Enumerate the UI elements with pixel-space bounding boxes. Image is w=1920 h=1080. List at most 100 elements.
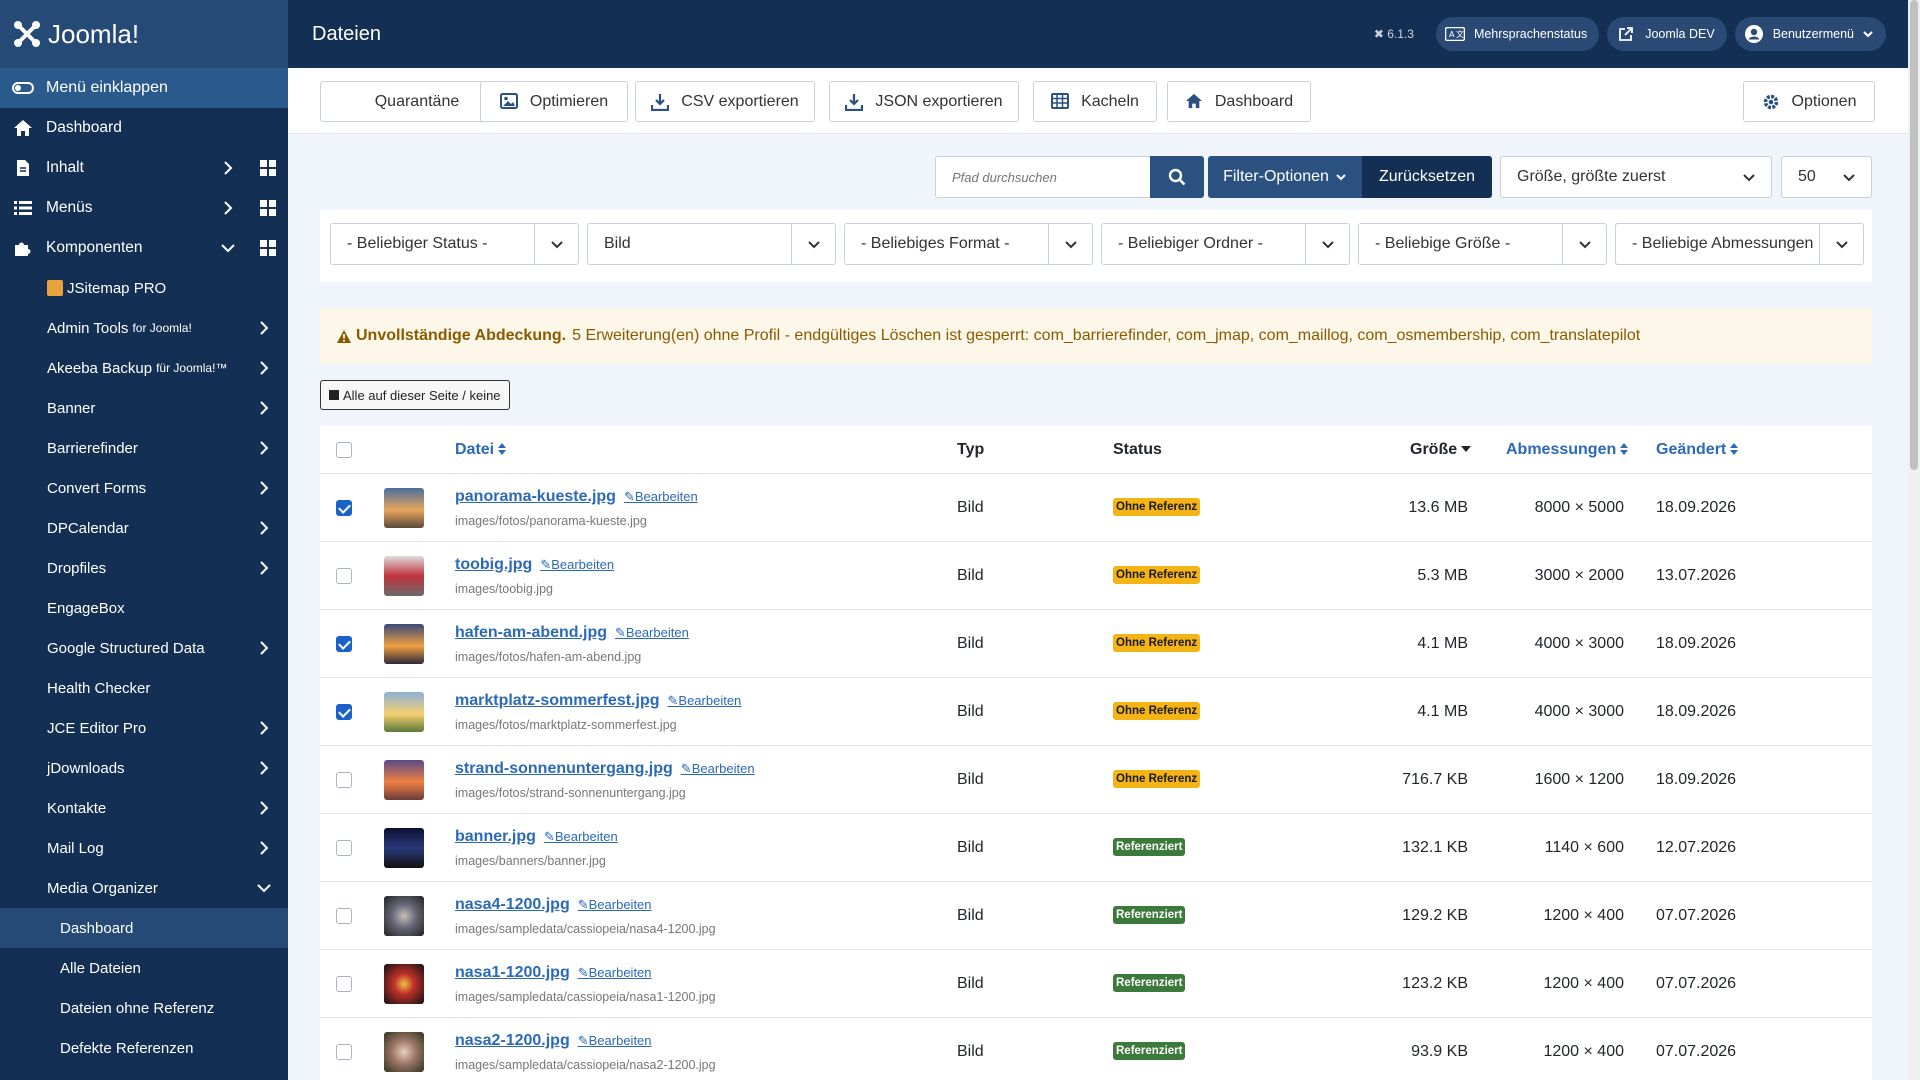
table-row[interactable]: nasa4-1200.jpg ✎Bearbeiten images/sampleda… bbox=[320, 882, 1872, 950]
json-export-button[interactable]: JSON exportieren bbox=[829, 81, 1019, 122]
file-thumbnail[interactable] bbox=[384, 896, 424, 936]
sidebar-item-jdownloads[interactable]: jDownloads bbox=[0, 748, 288, 788]
edit-link[interactable]: ✎Bearbeiten bbox=[624, 489, 698, 504]
table-row[interactable]: banner.jpg ✎Bearbeiten images/banners/bann… bbox=[320, 814, 1872, 882]
select-all-button[interactable]: Alle auf dieser Seite / keine bbox=[320, 380, 510, 410]
sidebar-item-health-checker[interactable]: Health Checker bbox=[0, 668, 288, 708]
edit-link[interactable]: ✎Bearbeiten bbox=[615, 625, 689, 640]
site-preview-button[interactable]: Joomla DEV bbox=[1607, 17, 1727, 51]
dashboard-button[interactable]: Dashboard bbox=[1167, 81, 1311, 122]
file-thumbnail[interactable] bbox=[384, 760, 424, 800]
type-filter[interactable]: Bild bbox=[587, 223, 836, 265]
sidebar-item-akeeba[interactable]: Akeeba Backup für Joomla!™ bbox=[0, 348, 288, 388]
sort-select[interactable]: Größe, größte zuerst bbox=[1500, 156, 1772, 198]
row-checkbox[interactable] bbox=[336, 976, 352, 992]
dimensions-filter[interactable]: - Beliebige Abmessungen bbox=[1615, 223, 1864, 265]
size-filter[interactable]: - Beliebige Größe - bbox=[1358, 223, 1607, 265]
edit-link[interactable]: ✎Bearbeiten bbox=[668, 693, 742, 708]
sidebar-item-google-structured-data[interactable]: Google Structured Data bbox=[0, 628, 288, 668]
file-thumbnail[interactable] bbox=[384, 488, 424, 528]
edit-link[interactable]: ✎Bearbeiten bbox=[540, 557, 614, 572]
sidebar-item-engagebox[interactable]: EngageBox bbox=[0, 588, 288, 628]
file-name-link[interactable]: marktplatz-sommerfest.jpg ✎Bearbeiten bbox=[455, 692, 741, 710]
file-name-link[interactable]: nasa4-1200.jpg ✎Bearbeiten bbox=[455, 896, 652, 914]
file-thumbnail[interactable] bbox=[384, 1032, 424, 1072]
limit-select[interactable]: 50 bbox=[1781, 156, 1872, 198]
sidebar-item-jsitemap[interactable]: JSitemap PRO bbox=[0, 268, 288, 308]
sidebar-item-dropfiles[interactable]: Dropfiles bbox=[0, 548, 288, 588]
file-name-link[interactable]: nasa2-1200.jpg ✎Bearbeiten bbox=[455, 1032, 652, 1050]
menu-collapse-toggle[interactable]: Menü einklappen bbox=[0, 68, 288, 108]
row-checkbox[interactable] bbox=[336, 1044, 352, 1060]
sidebar-item-mo-unreferenced[interactable]: Dateien ohne Referenz bbox=[0, 988, 288, 1028]
file-thumbnail[interactable] bbox=[384, 692, 424, 732]
status-filter[interactable]: - Beliebiger Status - bbox=[330, 223, 579, 265]
table-row[interactable]: panorama-kueste.jpg ✎Bearbeiten images/fot… bbox=[320, 474, 1872, 542]
sidebar-item-dpcalendar[interactable]: DPCalendar bbox=[0, 508, 288, 548]
file-name-link[interactable]: nasa1-1200.jpg ✎Bearbeiten bbox=[455, 964, 652, 982]
edit-link[interactable]: ✎Bearbeiten bbox=[544, 829, 618, 844]
sidebar-item-mo-dashboard[interactable]: Dashboard bbox=[0, 908, 288, 948]
tiles-button[interactable]: Kacheln bbox=[1033, 81, 1157, 122]
column-dimensions[interactable]: Abmessungen bbox=[1506, 441, 1629, 459]
scrollbar-thumb[interactable] bbox=[1910, 0, 1918, 470]
format-filter[interactable]: - Beliebiges Format - bbox=[844, 223, 1093, 265]
column-file[interactable]: Datei bbox=[455, 441, 507, 459]
row-checkbox[interactable] bbox=[336, 704, 352, 720]
sidebar-item-media-organizer[interactable]: Media Organizer bbox=[0, 868, 288, 908]
table-row[interactable]: marktplatz-sommerfest.jpg ✎Bearbeiten imag… bbox=[320, 678, 1872, 746]
filter-options-button[interactable]: Filter-Optionen bbox=[1208, 156, 1362, 198]
sidebar-item-content[interactable]: Inhalt bbox=[0, 148, 288, 188]
file-thumbnail[interactable] bbox=[384, 556, 424, 596]
table-row[interactable]: toobig.jpg ✎Bearbeiten images/toobig.jpg Bi… bbox=[320, 542, 1872, 610]
edit-link[interactable]: ✎Bearbeiten bbox=[578, 897, 652, 912]
sidebar-item-banner[interactable]: Banner bbox=[0, 388, 288, 428]
table-row[interactable]: strand-sonnenuntergang.jpg ✎Bearbeiten ima… bbox=[320, 746, 1872, 814]
file-name-link[interactable]: panorama-kueste.jpg ✎Bearbeiten bbox=[455, 488, 698, 506]
joomla-logo[interactable]: Joomla! bbox=[0, 0, 288, 68]
row-checkbox[interactable] bbox=[336, 568, 352, 584]
dashboard-grid-icon[interactable] bbox=[260, 160, 276, 176]
sidebar-item-kontakte[interactable]: Kontakte bbox=[0, 788, 288, 828]
optimize-button[interactable]: Optimieren bbox=[480, 81, 628, 122]
file-name-link[interactable]: hafen-am-abend.jpg ✎Bearbeiten bbox=[455, 624, 689, 642]
options-button[interactable]: Optionen bbox=[1743, 81, 1875, 122]
multilingual-status-button[interactable]: A文 Mehrsprachenstatus bbox=[1435, 17, 1600, 51]
edit-link[interactable]: ✎Bearbeiten bbox=[578, 965, 652, 980]
column-changed[interactable]: Geändert bbox=[1656, 441, 1739, 459]
column-size[interactable]: Größe bbox=[1410, 441, 1472, 459]
edit-link[interactable]: ✎Bearbeiten bbox=[681, 761, 755, 776]
file-name-link[interactable]: banner.jpg ✎Bearbeiten bbox=[455, 828, 618, 846]
table-row[interactable]: hafen-am-abend.jpg ✎Bearbeiten images/foto… bbox=[320, 610, 1872, 678]
file-name-link[interactable]: toobig.jpg ✎Bearbeiten bbox=[455, 556, 614, 574]
row-checkbox[interactable] bbox=[336, 908, 352, 924]
page-scrollbar[interactable] bbox=[1908, 0, 1920, 1080]
row-checkbox[interactable] bbox=[336, 772, 352, 788]
sidebar-item-convert-forms[interactable]: Convert Forms bbox=[0, 468, 288, 508]
dashboard-grid-icon[interactable] bbox=[260, 200, 276, 216]
sidebar-item-jce-editor[interactable]: JCE Editor Pro bbox=[0, 708, 288, 748]
table-row[interactable]: nasa2-1200.jpg ✎Bearbeiten images/sampleda… bbox=[320, 1018, 1872, 1080]
row-checkbox[interactable] bbox=[336, 636, 352, 652]
file-thumbnail[interactable] bbox=[384, 624, 424, 664]
header-checkbox[interactable] bbox=[336, 442, 352, 458]
file-thumbnail[interactable] bbox=[384, 964, 424, 1004]
reset-button[interactable]: Zurücksetzen bbox=[1362, 156, 1492, 198]
sidebar-item-mo-all-files[interactable]: Alle Dateien bbox=[0, 948, 288, 988]
sidebar-item-dashboard[interactable]: Dashboard bbox=[0, 108, 288, 148]
table-row[interactable]: nasa1-1200.jpg ✎Bearbeiten images/sampleda… bbox=[320, 950, 1872, 1018]
edit-link[interactable]: ✎Bearbeiten bbox=[578, 1033, 652, 1048]
sidebar-item-mail-log[interactable]: Mail Log bbox=[0, 828, 288, 868]
quarantine-button[interactable]: Quarantäne bbox=[320, 81, 484, 122]
folder-filter[interactable]: - Beliebiger Ordner - bbox=[1101, 223, 1350, 265]
user-menu-button[interactable]: Benutzermenü bbox=[1734, 17, 1886, 51]
sidebar-item-admin-tools[interactable]: Admin Tools for Joomla! bbox=[0, 308, 288, 348]
row-checkbox[interactable] bbox=[336, 500, 352, 516]
csv-export-button[interactable]: CSV exportieren bbox=[635, 81, 815, 122]
sidebar-item-barrierefinder[interactable]: Barrierefinder bbox=[0, 428, 288, 468]
file-thumbnail[interactable] bbox=[384, 828, 424, 868]
dashboard-grid-icon[interactable] bbox=[260, 240, 276, 256]
search-button[interactable] bbox=[1150, 156, 1204, 198]
row-checkbox[interactable] bbox=[336, 840, 352, 856]
sidebar-item-mo-broken-refs[interactable]: Defekte Referenzen bbox=[0, 1028, 288, 1068]
